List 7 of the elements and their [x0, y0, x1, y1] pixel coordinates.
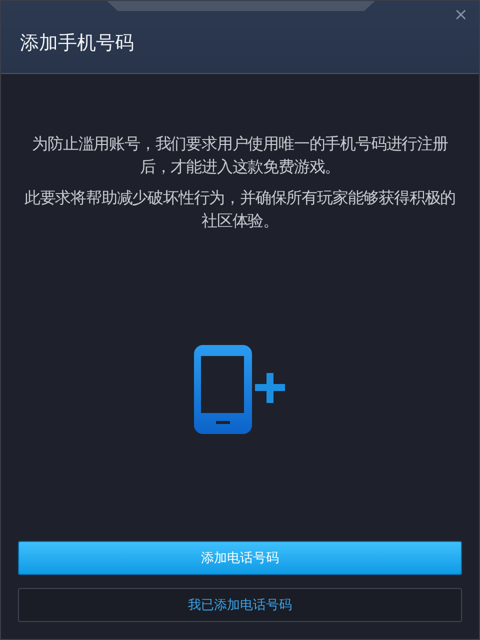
info-paragraph: 为防止滥用账号，我们要求用户使用唯一的手机号码进行注册后，才能进入这款免费游戏。 — [31, 133, 449, 178]
dialog-title: 添加手机号码 — [20, 31, 134, 56]
add-phone-button[interactable]: 添加电话号码 — [18, 541, 462, 575]
phone-plus-icon — [192, 344, 288, 436]
already-added-button[interactable]: 我已添加电话号码 — [18, 588, 462, 622]
info-paragraph: 此要求将帮助减少破坏性行为，并确保所有玩家能够获得积极的社区体验。 — [23, 187, 457, 232]
close-button[interactable]: × — [454, 5, 468, 25]
